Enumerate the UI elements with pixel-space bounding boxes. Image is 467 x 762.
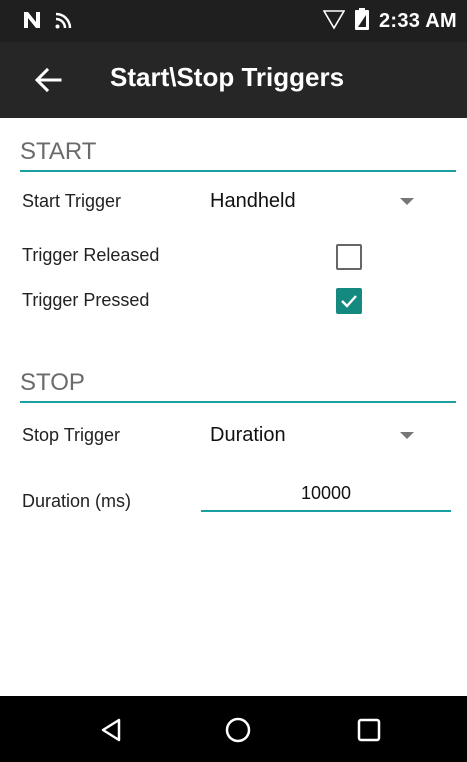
dropdown-caret-icon: [400, 198, 414, 205]
n-icon: [22, 10, 42, 35]
trigger-released-label: Trigger Released: [22, 245, 160, 265]
trigger-pressed-label: Trigger Pressed: [22, 290, 150, 310]
start-trigger-label: Start Trigger: [22, 191, 122, 211]
signal-icon: [322, 8, 346, 35]
back-triangle-icon[interactable]: [98, 716, 126, 744]
status-bar: 2:33 AM: [0, 0, 467, 42]
navigation-bar: [0, 696, 467, 762]
duration-label: Duration (ms): [22, 491, 132, 511]
duration-input[interactable]: [201, 476, 451, 512]
start-section-header: START: [20, 138, 456, 172]
checkmark-icon: [341, 295, 357, 308]
app-bar: Start\Stop Triggers: [0, 42, 467, 118]
status-time: 2:33 AM: [378, 10, 457, 32]
battery-icon: [354, 8, 369, 35]
stop-section-header: STOP: [20, 369, 456, 403]
dropdown-caret-icon: [400, 432, 414, 439]
start-trigger-value: Handheld: [210, 190, 296, 212]
recents-square-icon[interactable]: [355, 716, 383, 744]
page-title: Start\Stop Triggers: [110, 62, 345, 92]
trigger-pressed-checkbox[interactable]: [336, 288, 362, 314]
arrow-left-icon[interactable]: [34, 66, 62, 94]
home-circle-icon[interactable]: [224, 716, 252, 744]
trigger-released-checkbox[interactable]: [336, 244, 362, 270]
stop-trigger-value: Duration: [210, 424, 286, 446]
wifi-icon: [54, 10, 74, 35]
stop-trigger-label: Stop Trigger: [22, 425, 121, 445]
